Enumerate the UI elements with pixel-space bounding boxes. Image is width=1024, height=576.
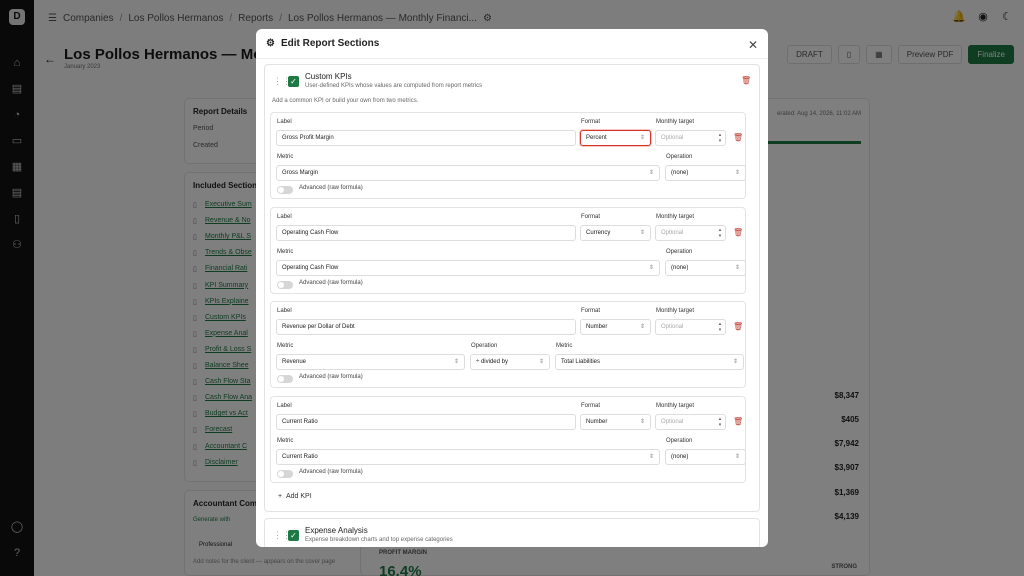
modal-title: Edit Report Sections: [280, 38, 380, 49]
delete-kpi-icon[interactable]: 🗑: [733, 133, 743, 142]
format-select[interactable]: Percent ⇕: [580, 130, 651, 146]
advanced-label: Advanced (raw formula): [299, 280, 363, 286]
advanced-toggle[interactable]: [277, 281, 293, 289]
format-select[interactable]: Currency ⇕: [580, 225, 651, 241]
format-select[interactable]: Number ⇕: [580, 414, 651, 430]
target-caption: Monthly target: [656, 214, 695, 220]
metric-caption: Metric: [277, 249, 294, 255]
kpi-label-input[interactable]: Revenue per Dollar of Debt: [276, 319, 576, 335]
kpi-label-input[interactable]: Gross Profit Margin: [276, 130, 576, 146]
format-caption: Format: [581, 308, 601, 314]
advanced-label: Advanced (raw formula): [299, 469, 363, 475]
label-caption: Label: [277, 214, 292, 220]
add-kpi-button[interactable]: + Add KPI: [278, 493, 312, 500]
delete-kpi-icon[interactable]: 🗑: [733, 322, 743, 331]
format-caption: Format: [581, 403, 601, 409]
custom-kpis-title: Custom KPIs: [305, 72, 352, 81]
close-icon[interactable]: ✕: [748, 38, 758, 52]
label-caption: Label: [277, 119, 292, 125]
monthly-target-input[interactable]: Optional ▴ ▾: [655, 225, 726, 241]
kpi-card: Label Gross Profit Margin Format Percent…: [270, 112, 746, 199]
metric-select[interactable]: Operating Cash Flow ⇕: [276, 260, 660, 276]
operation-select[interactable]: (none) ⇕: [665, 165, 746, 181]
operation-select[interactable]: (none) ⇕: [665, 260, 746, 276]
expense-analysis-section: ⋮⋮ ✓ Expense Analysis Expense breakdown …: [264, 518, 760, 547]
kpi-label-input[interactable]: Current Ratio: [276, 414, 576, 430]
monthly-target-input[interactable]: Optional ▴ ▾: [655, 319, 726, 335]
metric-select[interactable]: Gross Margin ⇕: [276, 165, 660, 181]
kpi-label-input[interactable]: Operating Cash Flow: [276, 225, 576, 241]
format-caption: Format: [581, 119, 601, 125]
monthly-target-input[interactable]: Optional ▴ ▾: [655, 414, 726, 430]
operation-caption: Operation: [666, 154, 693, 160]
label-caption: Label: [277, 403, 292, 409]
metric-select[interactable]: Revenue ⇕: [276, 354, 465, 370]
metric-caption: Metric: [277, 154, 294, 160]
metric-caption: Metric: [277, 438, 294, 444]
label-caption: Label: [277, 308, 292, 314]
advanced-toggle[interactable]: [277, 186, 293, 194]
delete-kpi-icon[interactable]: 🗑: [733, 417, 743, 426]
custom-kpis-hint: Add a common KPI or build your own from …: [272, 98, 419, 104]
kpi-card: Label Current Ratio Format Number ⇕ Month…: [270, 396, 746, 483]
target-caption: Monthly target: [656, 308, 695, 314]
target-caption: Monthly target: [656, 403, 695, 409]
custom-kpis-desc: User-defined KPIs whose values are compu…: [305, 83, 483, 89]
plus-icon: +: [278, 493, 283, 500]
operation-caption: Operation: [666, 438, 693, 444]
operation-caption: Operation: [666, 249, 693, 255]
custom-kpis-section: ⋮⋮ ✓ Custom KPIs User-defined KPIs whose…: [264, 64, 760, 512]
expense-desc: Expense breakdown charts and top expense…: [305, 537, 453, 543]
advanced-label: Advanced (raw formula): [299, 374, 363, 380]
metric2-caption: Metric: [556, 343, 573, 349]
kpi-card: Label Operating Cash Flow Format Currenc…: [270, 207, 746, 294]
settings-icon: ⚙: [266, 38, 275, 49]
edit-sections-modal: ⚙ Edit Report Sections ✕ ⋮⋮ ✓ Custom KPI…: [256, 29, 768, 547]
expense-checkbox[interactable]: ✓: [288, 530, 299, 541]
metric-caption: Metric: [277, 343, 294, 349]
advanced-label: Advanced (raw formula): [299, 185, 363, 191]
format-select[interactable]: Number ⇕: [580, 319, 651, 335]
target-caption: Monthly target: [656, 119, 695, 125]
delete-section-icon[interactable]: 🗑: [741, 76, 751, 85]
format-caption: Format: [581, 214, 601, 220]
custom-kpis-checkbox[interactable]: ✓: [288, 76, 299, 87]
metric2-select[interactable]: Total Liabilities ⇕: [555, 354, 744, 370]
expense-title: Expense Analysis: [305, 526, 368, 535]
operation-select[interactable]: (none) ⇕: [665, 449, 746, 465]
advanced-toggle[interactable]: [277, 375, 293, 383]
operation-select[interactable]: ÷ divided by ⇕: [470, 354, 550, 370]
kpi-card: Label Revenue per Dollar of Debt Format …: [270, 301, 746, 388]
metric-select[interactable]: Current Ratio ⇕: [276, 449, 660, 465]
advanced-toggle[interactable]: [277, 470, 293, 478]
monthly-target-input[interactable]: Optional ▴ ▾: [655, 130, 726, 146]
operation-caption: Operation: [471, 343, 498, 349]
delete-kpi-icon[interactable]: 🗑: [733, 228, 743, 237]
